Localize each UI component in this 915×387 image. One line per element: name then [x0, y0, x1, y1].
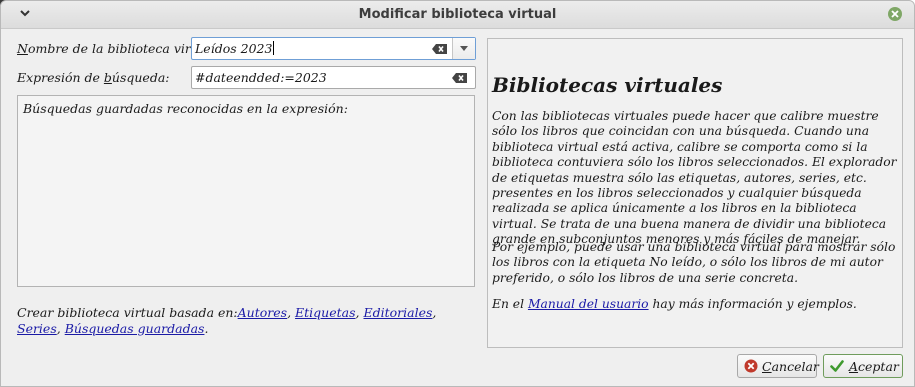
link-series[interactable]: Series: [17, 321, 57, 336]
cancel-button[interactable]: Cancelar: [737, 354, 819, 378]
checkmark-icon: [830, 360, 844, 372]
help-paragraph-1: Con las bibliotecas virtuales puede hace…: [492, 109, 897, 247]
dialog-window: Modificar biblioteca virtual Nombre de l…: [0, 0, 915, 387]
saved-searches-box: Búsquedas guardadas reconocidas en la ex…: [17, 95, 475, 287]
saved-searches-label: Búsquedas guardadas reconocidas en la ex…: [23, 101, 348, 116]
search-expression-value: #dateendded:=2023: [195, 70, 327, 85]
help-title: Bibliotecas virtuales: [492, 73, 723, 97]
library-name-value: Leídos 2023: [195, 41, 273, 56]
close-icon[interactable]: [888, 7, 902, 21]
cancel-icon: [744, 359, 758, 373]
user-manual-link[interactable]: Manual del usuario: [528, 297, 649, 311]
search-expression-input[interactable]: #dateendded:=2023: [191, 66, 476, 89]
help-paragraph-2: Por ejemplo, puede usar una biblioteca v…: [492, 240, 896, 285]
library-name-combobox[interactable]: Leídos 2023: [191, 37, 476, 60]
title-bar: Modificar biblioteca virtual: [1, 1, 914, 29]
link-publishers[interactable]: Editoriales: [363, 305, 432, 320]
accept-button[interactable]: Aceptar: [823, 354, 903, 378]
clear-icon[interactable]: [452, 72, 468, 84]
dropdown-button[interactable]: [452, 38, 475, 59]
window-title: Modificar biblioteca virtual: [358, 7, 557, 22]
link-tags[interactable]: Etiquetas: [295, 305, 356, 320]
create-prefix: Crear biblioteca virtual basada en:: [17, 305, 238, 320]
create-library-line: Crear biblioteca virtual basada en:Autor…: [17, 305, 437, 336]
help-paragraph-3: En el Manual del usuario hay más informa…: [492, 297, 857, 311]
search-label: Expresión de búsqueda:: [17, 70, 170, 85]
clear-icon[interactable]: [432, 43, 448, 55]
help-panel: Bibliotecas virtuales Con las biblioteca…: [487, 38, 903, 348]
chevron-down-icon: [460, 46, 468, 51]
link-saved-searches[interactable]: Búsquedas guardadas: [65, 321, 205, 336]
name-label: Nombre de la biblioteca virtual:: [17, 41, 220, 56]
link-authors[interactable]: Autores: [238, 305, 287, 320]
